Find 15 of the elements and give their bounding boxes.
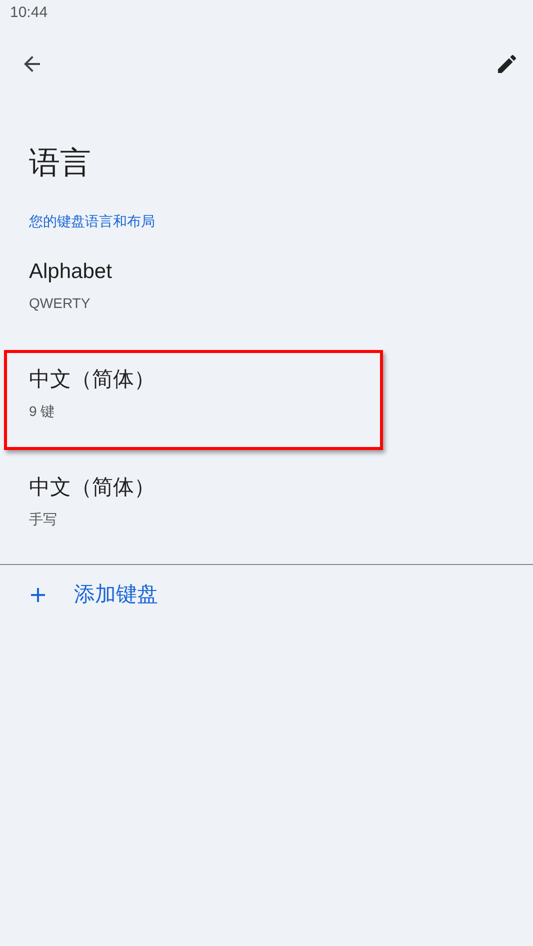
- keyboard-item[interactable]: Alphabet QWERTY: [4, 242, 383, 342]
- keyboard-layout: QWERTY: [29, 294, 90, 314]
- plus-icon: [30, 586, 46, 603]
- section-header: 您的键盘语言和布局: [29, 212, 156, 232]
- add-keyboard-button[interactable]: 添加键盘: [0, 565, 158, 611]
- keyboard-name: 中文（简体）: [29, 475, 155, 502]
- pencil-icon[interactable]: [495, 52, 519, 76]
- keyboard-item[interactable]: 中文（简体） 手写: [4, 458, 383, 558]
- keyboard-name: 中文（简体）: [29, 367, 155, 394]
- keyboard-layout: 手写: [29, 510, 57, 530]
- keyboard-item[interactable]: 中文（简体） 9 键: [4, 350, 383, 450]
- keyboard-layout: 9 键: [29, 402, 55, 422]
- status-time: 10:44: [9, 3, 48, 23]
- keyboard-name: Alphabet: [29, 259, 112, 286]
- page-title: 语言: [29, 144, 92, 182]
